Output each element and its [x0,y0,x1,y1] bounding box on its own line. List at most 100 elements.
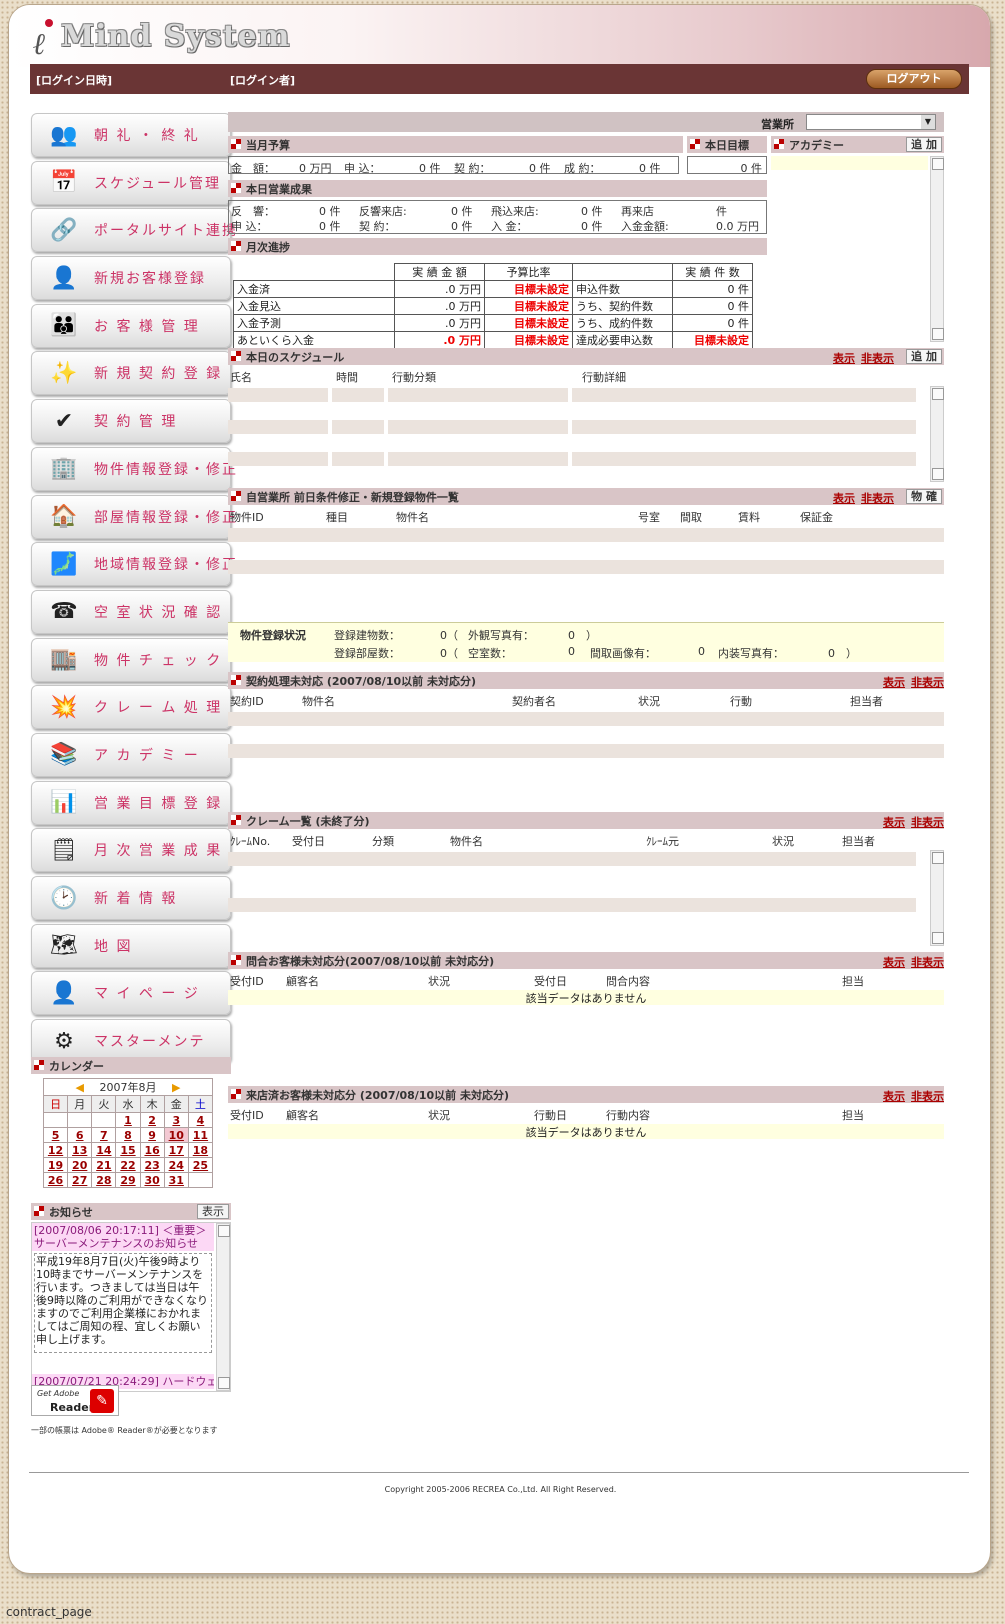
calendar-day[interactable]: 24 [163,1157,189,1173]
budget-closed-value: 0 件 [639,162,661,175]
contract-show-link[interactable]: 表示 [883,676,905,689]
nav-new-customer-button[interactable]: 👤 新規お客様登録 [31,256,231,301]
nav-customer-button[interactable]: 👪 お 客 様 管 理 [31,303,231,348]
property-hide-link[interactable]: 非表示 [861,492,894,505]
nav-new-contract-button[interactable]: ✨ 新 規 契 約 登 録 [31,351,231,396]
nav-claim-button[interactable]: 💥 ク レ ー ム 処 理 [31,685,231,730]
vacancy-count-value: 0 [568,645,575,658]
calendar-day[interactable]: 10 [163,1127,189,1143]
nav-contract-button[interactable]: ✔ 契 約 管 理 [31,399,231,444]
nav-map-button[interactable]: 🗺 地 図 [31,923,231,968]
calendar-day[interactable]: 31 [163,1172,189,1188]
calendar-day[interactable]: 4 [187,1112,214,1128]
calendar-day[interactable]: 9 [139,1127,165,1143]
calendar-day[interactable]: 22 [115,1157,141,1173]
claim-show-link[interactable]: 表示 [883,816,905,829]
nav-vacancy-button[interactable]: ☎ 空 室 状 況 確 認 [31,589,231,634]
nav-room-button[interactable]: 🏠 部屋情報登録・修正 [31,494,236,539]
calendar-day[interactable]: 16 [139,1142,165,1158]
calendar-day[interactable]: 28 [91,1172,117,1188]
schedule-show-link[interactable]: 表示 [833,352,855,365]
nav-monthly-button[interactable]: 🗒 月 次 営 業 成 果 [31,828,231,873]
nav-news-button[interactable]: 🕑 新 着 情 報 [31,876,231,920]
today-result-cell: 0 件 [319,220,341,233]
calendar-day[interactable]: 14 [91,1142,117,1158]
nav-mypage-button[interactable]: 👤 マ イ ペ ー ジ [31,971,231,1016]
schedule-hide-link[interactable]: 非表示 [861,352,894,365]
inquiry-hide-link[interactable]: 非表示 [911,956,944,969]
calendar-day[interactable]: 17 [163,1142,189,1158]
users-icon: 👪 [50,313,78,339]
contract-hide-link[interactable]: 非表示 [911,676,944,689]
notice-item-head[interactable]: [2007/08/06 20:17:11] ＜重要＞サーバーメンテナンスのお知ら… [32,1223,214,1251]
today-result-cell: 0 件 [319,205,341,218]
property-show-link[interactable]: 表示 [833,492,855,505]
academy-add-button[interactable]: 追 加 [906,137,942,152]
calendar-day[interactable]: 6 [67,1127,93,1143]
nav-label: 朝 礼 ・ 終 礼 [94,128,200,144]
contract-column-header: 物件名 [302,695,335,708]
nav-schedule-button[interactable]: 📅 スケジュール管理 [31,160,231,205]
calendar-day[interactable]: 25 [187,1157,214,1173]
claim-scrollbar[interactable] [930,850,944,946]
calendar-day[interactable]: 3 [163,1112,189,1128]
schedule-column-header: 行動分類 [392,371,436,384]
calendar-day[interactable]: 23 [139,1157,165,1173]
claim-title: クレーム一覧 (未終了分) [246,814,370,828]
calendar-day[interactable]: 13 [67,1142,93,1158]
calendar-day[interactable]: 7 [91,1127,117,1143]
property-column-header: 物件ID [230,511,264,524]
calendar-day[interactable]: 12 [42,1142,69,1158]
sidebar-nav: 👥 朝 礼 ・ 終 礼 📅 スケジュール管理 🔗 ポータルサイト連携 👤 新規お客様登録 👪 お … [31,113,236,1067]
nav-property-button[interactable]: 🏢 物件情報登録・修正 [31,446,236,491]
calendar-day[interactable]: 1 [115,1112,141,1128]
nav-chorei-button[interactable]: 👥 朝 礼 ・ 終 礼 [31,113,231,157]
claim-hide-link[interactable]: 非表示 [911,816,944,829]
nav-check-button[interactable]: 🏬 物 件 チ ェ ッ ク [31,637,231,682]
prev-month-icon[interactable]: ◀ [76,1081,84,1094]
calendar-day[interactable]: 29 [115,1172,141,1188]
calendar-day[interactable]: 15 [115,1142,141,1158]
calendar-day[interactable]: 21 [91,1157,117,1173]
schedule-add-button[interactable]: 追 加 [906,349,942,364]
inquiry-column-header: 問合内容 [606,975,650,988]
calendar-day[interactable]: 27 [67,1172,93,1188]
calendar-dow: 火 [91,1095,117,1113]
schedule-column-header: 時間 [336,371,358,384]
inquiry-show-link[interactable]: 表示 [883,956,905,969]
schedule-scrollbar[interactable] [930,386,944,482]
calendar-day[interactable]: 20 [67,1157,93,1173]
monthly-cell: .0 万円 [394,331,485,349]
calendar-day[interactable]: 19 [42,1157,69,1173]
nav-area-button[interactable]: 🗾 地域情報登録・修正 [31,542,236,587]
monthly-cell: うち、契約件数 [572,297,673,315]
calendar-day[interactable]: 26 [42,1172,69,1188]
adobe-reader-banner[interactable]: Get Adobe Reader ✎ [31,1385,119,1416]
notice-show-button[interactable]: 表示 [197,1204,229,1219]
logout-button[interactable]: ログアウト [866,69,962,89]
calendar-day[interactable]: 30 [139,1172,165,1188]
visit-show-link[interactable]: 表示 [883,1090,905,1103]
notice-scrollbar[interactable] [216,1223,230,1391]
office-select[interactable]: ▼ [806,114,936,130]
academy-scrollbar[interactable] [930,156,944,342]
next-month-icon[interactable]: ▶ [172,1081,180,1094]
nav-academy-button[interactable]: 📚 ア カ デ ミ ー [31,732,231,777]
monthly-cell: 入金予測 [233,314,395,332]
contract-column-header: 担当者 [850,695,883,708]
calendar-day[interactable]: 5 [42,1127,69,1143]
calendar-day[interactable]: 2 [139,1112,165,1128]
today-result-cell: 0 件 [451,205,473,218]
calendar-day[interactable]: 18 [187,1142,214,1158]
nav-portal-button[interactable]: 🔗 ポータルサイト連携 [31,208,236,253]
calendar-day[interactable]: 11 [187,1127,214,1143]
nav-goal-button[interactable]: 📊 営 業 目 標 登 録 [31,780,231,825]
visit-hide-link[interactable]: 非表示 [911,1090,944,1103]
monthly-cell: うち、成約件数 [572,314,673,332]
nav-label: 新 着 情 報 [94,891,178,907]
notice-title: お知らせ [49,1205,93,1219]
contract-title: 契約処理未対応 (2007/08/10以前 未対応分) [246,674,476,688]
nav-label: ア カ デ ミ ー [94,747,200,764]
property-check-button[interactable]: 物 確 [906,489,942,504]
calendar-day[interactable]: 8 [115,1127,141,1143]
